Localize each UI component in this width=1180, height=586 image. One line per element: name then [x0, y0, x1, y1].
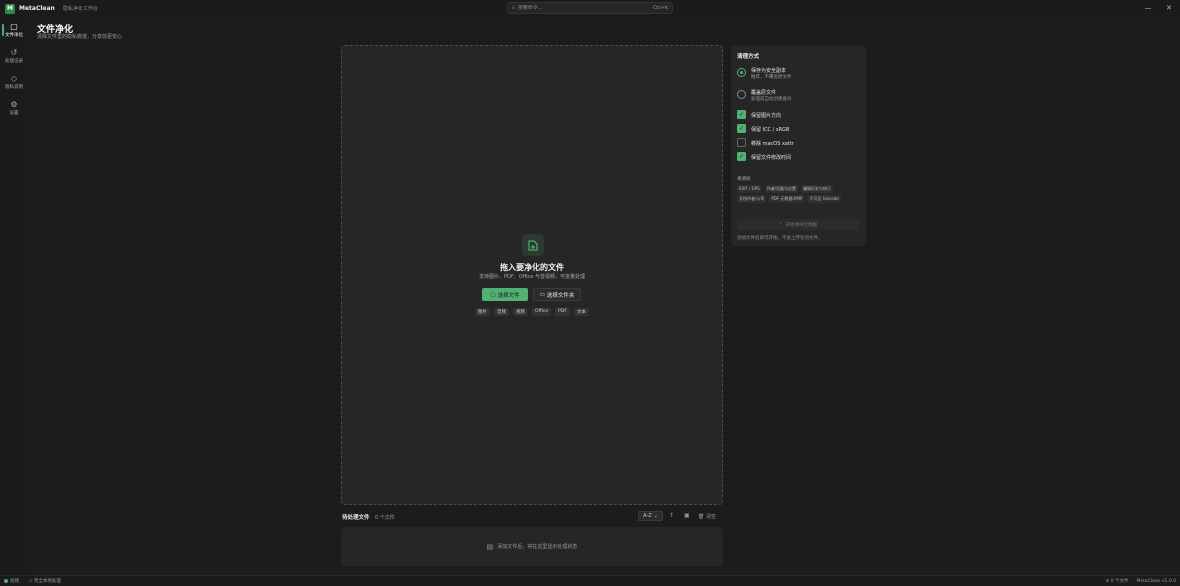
folder-icon: ▭	[539, 291, 545, 298]
checkbox-checked[interactable]: ✓	[737, 110, 746, 119]
sidebar-item-history[interactable]: ↺ 处理记录	[0, 43, 28, 69]
target-tag: 不可见 Unicode	[807, 195, 841, 203]
clear-button[interactable]: 🗑 清空	[698, 513, 716, 520]
select-files-button[interactable]: ▢ 选择文件	[482, 288, 528, 301]
panel-title: 清理方式	[737, 54, 760, 60]
will-clear-label: 将清除	[737, 177, 751, 182]
check-label: 移除 macOS xattr	[751, 140, 794, 147]
checkbox-checked[interactable]: ✓	[737, 124, 746, 133]
target-tag: 文档作者/公司	[737, 195, 767, 203]
sidebar-item-privacy[interactable]: ◇ 隐私说明	[0, 69, 28, 95]
checkbox-unchecked[interactable]	[737, 138, 746, 147]
dropzone-title: 拖入要净化的文件	[500, 263, 564, 272]
radio-checked[interactable]	[737, 68, 746, 77]
check-label: 保留文件修改时间	[751, 154, 792, 161]
sort-dropdown[interactable]: A-Z ⌄	[638, 511, 663, 521]
app-subtitle: 隐私净化工作台	[62, 6, 98, 12]
option-desc: 处理前自动创建备份	[751, 97, 792, 102]
status-bar: 就绪 ◇ 完全本地处理 ⊘ 0 个文件 MetaClean v1.0.0	[0, 575, 1180, 586]
file-dropzone[interactable]: 拖入要净化的文件 支持图片、PDF、Office 与音视频，可批量处理 ▢ 选择…	[341, 45, 723, 505]
clean-options-panel: 清理方式 保存为安全副本 推荐，不覆盖原文件 覆盖原文件 处理前自动创建备份 ✓…	[731, 45, 866, 246]
status-local: ◇ 完全本地处理	[29, 579, 61, 584]
file-icon: ▢	[490, 291, 496, 298]
title-bar: M MetaClean 隐私净化工作台 ⌕ Ctrl+K — ✕	[0, 0, 1180, 17]
minimize-icon[interactable]: —	[1143, 3, 1153, 13]
target-tag: 编辑历史与修订	[801, 185, 834, 193]
check-keep-orientation[interactable]: ✓ 保留图片方向	[737, 110, 862, 120]
file-list-empty: ▤ 添加文件后，将在这里显示处理状态	[341, 527, 723, 566]
document-icon: ▤	[486, 542, 494, 551]
select-files-label: 选择文件	[497, 292, 520, 299]
type-chip: Office	[532, 308, 552, 316]
page-subtitle: 清除文件里的隐私痕迹，分享前更安心	[37, 34, 123, 40]
check-label: 保留图片方向	[751, 112, 782, 119]
sidebar-item-label: 隐私说明	[5, 85, 23, 90]
command-search[interactable]: ⌕ Ctrl+K	[507, 2, 673, 14]
status-version: MetaClean v1.0.0	[1136, 578, 1177, 584]
pending-files-label: 待处理文件	[342, 515, 370, 521]
shield-icon: ◇	[10, 74, 18, 83]
chevron-down-icon: ⌄	[653, 513, 658, 519]
type-chip: 音频	[494, 308, 510, 316]
status-file-count: ⊘ 0 个文件	[1105, 579, 1129, 584]
sidebar-item-label: 处理记录	[5, 59, 23, 64]
search-input[interactable]	[517, 5, 654, 11]
supported-types: 图片 音频 视频 Office PDF 文本	[342, 308, 722, 316]
app-name: MetaClean	[19, 5, 55, 12]
clear-targets: EXIF / GPS 作者/设备与位置 编辑历史与修订 文档作者/公司 PDF …	[737, 185, 862, 203]
check-keep-mtime[interactable]: ✓ 保留文件修改时间	[737, 152, 862, 162]
close-icon[interactable]: ✕	[1164, 3, 1174, 13]
type-chip: 文本	[573, 308, 589, 316]
sidebar-item-label: 设置	[9, 111, 19, 116]
target-tag: 作者/设备与位置	[764, 185, 799, 193]
sidebar: ▢ 文件净化 ↺ 处理记录 ◇ 隐私说明 ⚙ 设置	[0, 17, 28, 575]
option-label: 覆盖原文件	[751, 90, 777, 96]
check-remove-xattr[interactable]: 移除 macOS xattr	[737, 138, 862, 148]
clear-label: 清空	[705, 514, 716, 520]
sparkle-icon: ✧	[778, 222, 783, 227]
sort-value: A-Z	[643, 513, 652, 519]
trash-icon: 🗑	[698, 514, 705, 520]
sidebar-item-settings[interactable]: ⚙ 设置	[0, 95, 28, 121]
search-icon: ⌕	[512, 5, 515, 11]
radio-unchecked[interactable]	[737, 90, 746, 99]
gear-icon: ⚙	[10, 100, 18, 109]
start-clean-label: 开始清除元数据	[785, 222, 818, 228]
app-logo: M	[5, 3, 15, 14]
status-ready: 就绪	[4, 578, 19, 584]
start-clean-button[interactable]: ✧ 开始清除元数据	[737, 219, 859, 230]
upload-icon[interactable]: ↑	[669, 512, 674, 519]
sidebar-item-label: 文件净化	[5, 33, 23, 38]
target-tag: EXIF / GPS	[737, 185, 762, 193]
type-chip: 图片	[475, 308, 491, 316]
status-dot-icon	[4, 578, 8, 583]
checkbox-checked[interactable]: ✓	[737, 152, 746, 161]
check-keep-icc[interactable]: ✓ 保留 ICC / sRGB	[737, 124, 862, 134]
type-chip: 视频	[513, 308, 529, 316]
history-icon: ↺	[10, 48, 18, 57]
empty-list-text: 添加文件后，将在这里显示处理状态	[497, 544, 578, 550]
select-folder-button[interactable]: ▭ 选择文件夹	[533, 288, 581, 301]
check-label: 保留 ICC / sRGB	[751, 126, 790, 133]
option-desc: 推荐，不覆盖原文件	[751, 75, 792, 80]
select-folder-label: 选择文件夹	[546, 292, 575, 299]
option-label: 保存为安全副本	[751, 68, 787, 74]
target-tag: PDF 元数据/XMP	[769, 195, 805, 203]
search-shortcut: Ctrl+K	[653, 5, 668, 11]
pending-files-count: 0 个文件	[375, 515, 395, 521]
sidebar-item-file-clean[interactable]: ▢ 文件净化	[0, 17, 28, 43]
file-add-icon	[522, 234, 544, 256]
export-icon[interactable]: ▣	[684, 512, 690, 519]
file-icon: ▢	[10, 22, 18, 31]
dropzone-subtitle: 支持图片、PDF、Office 与音视频，可批量处理	[479, 274, 585, 280]
panel-note: 添加文件后即可开始，不会上传任何文件。	[737, 236, 823, 241]
type-chip: PDF	[555, 308, 570, 316]
